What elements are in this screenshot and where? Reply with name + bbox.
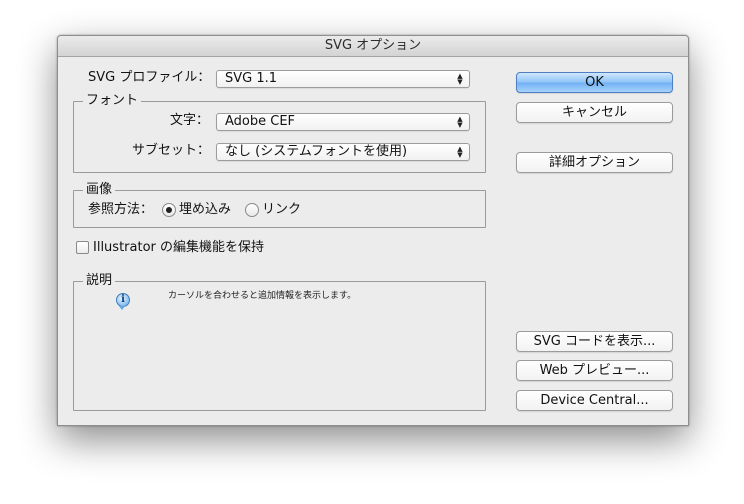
font-char-select-value: Adobe CEF <box>225 114 296 129</box>
font-subset-select[interactable]: なし (システムフォントを使用) ▲ ▼ <box>216 143 470 161</box>
preserve-editing-label[interactable]: Illustrator の編集機能を保持 <box>93 240 264 256</box>
ok-button[interactable]: OK <box>516 72 673 93</box>
advanced-options-button[interactable]: 詳細オプション <box>516 152 673 173</box>
cancel-button[interactable]: キャンセル <box>516 102 673 123</box>
font-group: フォント <box>73 94 486 173</box>
select-arrows-icon: ▲ ▼ <box>457 145 463 159</box>
font-subset-label: サブセット： <box>132 143 211 158</box>
show-svg-code-button[interactable]: SVG コードを表示... <box>516 331 673 352</box>
profile-label: SVG プロファイル： <box>88 70 211 85</box>
preserve-editing-checkbox[interactable] <box>76 241 89 254</box>
select-arrows-icon: ▲ ▼ <box>457 72 463 86</box>
link-radio-label[interactable]: リンク <box>262 202 301 218</box>
info-icon: i <box>116 293 130 310</box>
image-method-label: 参照方法： <box>88 202 154 217</box>
select-arrows-icon: ▲ ▼ <box>457 115 463 129</box>
embed-radio[interactable] <box>162 203 176 217</box>
font-subset-select-value: なし (システムフォントを使用) <box>225 144 408 159</box>
web-preview-button[interactable]: Web プレビュー... <box>516 360 673 381</box>
description-text: カーソルを合わせると追加情報を表示します。 <box>168 291 357 301</box>
dialog-title: SVG オプション <box>58 36 688 57</box>
font-group-legend: フォント <box>83 94 142 108</box>
svg-options-dialog: SVG オプション SVG プロファイル： SVG 1.1 ▲ ▼ フォント 文字… <box>57 35 689 426</box>
description-group-legend: 説明 <box>83 274 116 288</box>
font-char-label: 文字： <box>170 113 210 128</box>
font-char-select[interactable]: Adobe CEF ▲ ▼ <box>216 113 470 131</box>
embed-radio-label[interactable]: 埋め込み <box>179 202 231 218</box>
profile-select[interactable]: SVG 1.1 ▲ ▼ <box>216 70 470 88</box>
device-central-button[interactable]: Device Central... <box>516 390 673 411</box>
profile-select-value: SVG 1.1 <box>225 71 278 86</box>
link-radio[interactable] <box>245 203 259 217</box>
image-group-legend: 画像 <box>83 183 116 197</box>
